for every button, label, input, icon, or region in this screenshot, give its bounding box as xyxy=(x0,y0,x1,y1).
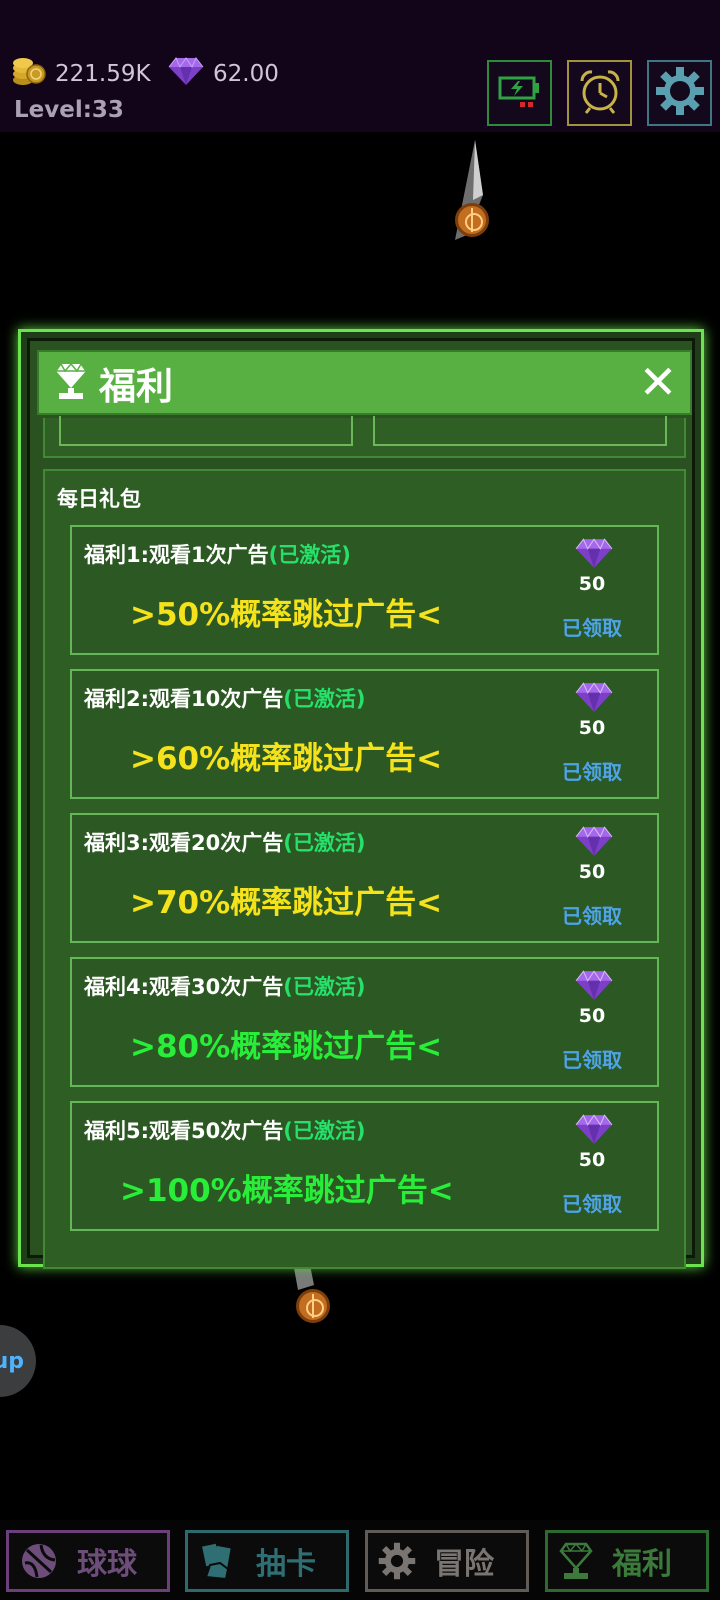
coin-counter: 221.59K xyxy=(12,56,151,92)
bottom-nav: 球球 抽卡 冒险 福利 xyxy=(0,1520,720,1600)
nav-ball-label: 球球 xyxy=(77,1547,137,1582)
trophy-diamond-icon xyxy=(558,1541,594,1581)
nav-tab-ball[interactable]: 球球 xyxy=(6,1530,170,1592)
purple-diamond-icon xyxy=(168,56,204,92)
claim-button[interactable]: 已领取 xyxy=(547,1188,637,1217)
upgrade-button[interactable]: up xyxy=(0,1325,36,1397)
gem-counter: 62.00 xyxy=(168,56,279,92)
dialog-body: 福利 ✕ 每日礼包 福利1:观看1次广告(已激活) >50%概率跳过广告< 50 已领… xyxy=(27,338,695,1269)
nav-tab-adventure[interactable]: 冒险 xyxy=(365,1530,529,1592)
target-marker xyxy=(455,203,489,237)
purple-diamond-icon xyxy=(575,1113,613,1149)
welfare-card: 福利1:观看1次广告(已激活) >50%概率跳过广告< 50 已领取 xyxy=(70,525,659,655)
gear-icon xyxy=(378,1542,416,1580)
reward-amount: 50 xyxy=(578,717,606,739)
claim-button[interactable]: 已领取 xyxy=(547,756,637,785)
card-title-text: 福利4:观看30次广告 xyxy=(84,975,284,999)
upgrade-label: up xyxy=(0,1348,24,1374)
card-description: >80%概率跳过广告< xyxy=(130,1029,443,1065)
top-hud: 221.59K 62.00 Level:33 xyxy=(0,0,720,132)
card-title-text: 福利1:观看1次广告 xyxy=(84,543,269,567)
welfare-card: 福利2:观看10次广告(已激活) >60%概率跳过广告< 50 已领取 xyxy=(70,669,659,799)
card-status: (已激活) xyxy=(283,1119,366,1143)
reward-amount: 50 xyxy=(578,1149,606,1171)
card-title: 福利4:观看30次广告(已激活) xyxy=(84,971,365,1001)
remnant-slot xyxy=(373,416,667,446)
coin-value: 221.59K xyxy=(55,61,151,87)
nav-welfare-label: 福利 xyxy=(612,1547,672,1582)
welfare-card: 福利4:观看30次广告(已激活) >80%概率跳过广告< 50 已领取 xyxy=(70,957,659,1087)
energy-button[interactable] xyxy=(487,60,552,126)
card-title: 福利2:观看10次广告(已激活) xyxy=(84,683,365,713)
level-label: Level:33 xyxy=(14,97,124,123)
section-title: 每日礼包 xyxy=(57,487,141,511)
card-title-text: 福利2:观看10次广告 xyxy=(84,687,284,711)
card-status: (已激活) xyxy=(283,831,366,855)
card-title: 福利1:观看1次广告(已激活) xyxy=(84,539,351,569)
reward-amount: 50 xyxy=(578,573,606,595)
ball-icon xyxy=(19,1541,59,1581)
scrolled-section-remnant xyxy=(43,416,686,458)
reward-amount: 50 xyxy=(578,861,606,883)
dialog-header: 福利 ✕ xyxy=(37,350,692,415)
knife-sprite xyxy=(437,140,487,254)
welfare-card: 福利5:观看50次广告(已激活) >100%概率跳过广告< 50 已领取 xyxy=(70,1101,659,1231)
card-description: >100%概率跳过广告< xyxy=(120,1173,454,1209)
purple-diamond-icon xyxy=(575,825,613,861)
claim-button[interactable]: 已领取 xyxy=(547,900,637,929)
card-description: >60%概率跳过广告< xyxy=(130,741,443,777)
card-title-text: 福利3:观看20次广告 xyxy=(84,831,284,855)
welfare-card: 福利3:观看20次广告(已激活) >70%概率跳过广告< 50 已领取 xyxy=(70,813,659,943)
battery-icon xyxy=(498,71,542,115)
alarm-clock-button[interactable] xyxy=(567,60,632,126)
welfare-dialog: 福利 ✕ 每日礼包 福利1:观看1次广告(已激活) >50%概率跳过广告< 50 已领… xyxy=(18,329,704,1269)
purple-diamond-icon xyxy=(575,537,613,573)
settings-button[interactable] xyxy=(647,60,712,126)
claim-button[interactable]: 已领取 xyxy=(547,1044,637,1073)
nav-card-label: 抽卡 xyxy=(256,1547,316,1582)
card-title: 福利5:观看50次广告(已激活) xyxy=(84,1115,365,1145)
cards-icon xyxy=(198,1541,238,1581)
reward-amount: 50 xyxy=(578,1005,606,1027)
nav-tab-draw-card[interactable]: 抽卡 xyxy=(185,1530,349,1592)
gear-icon xyxy=(655,66,705,120)
card-status: (已激活) xyxy=(283,687,366,711)
target-marker xyxy=(296,1289,330,1323)
claim-button[interactable]: 已领取 xyxy=(547,612,637,641)
alarm-clock-icon xyxy=(576,67,624,119)
card-status: (已激活) xyxy=(283,975,366,999)
card-description: >50%概率跳过广告< xyxy=(130,597,443,633)
gem-value: 62.00 xyxy=(213,61,279,87)
purple-diamond-icon xyxy=(575,969,613,1005)
daily-gift-section: 每日礼包 福利1:观看1次广告(已激活) >50%概率跳过广告< 50 已领取 福利2:… xyxy=(43,469,686,1269)
close-icon[interactable]: ✕ xyxy=(638,359,678,405)
nav-adventure-label: 冒险 xyxy=(434,1547,494,1582)
card-title-text: 福利5:观看50次广告 xyxy=(84,1119,284,1143)
card-description: >70%概率跳过广告< xyxy=(130,885,443,921)
dialog-title: 福利 xyxy=(99,364,173,408)
card-title: 福利3:观看20次广告(已激活) xyxy=(84,827,365,857)
card-status: (已激活) xyxy=(268,543,351,567)
purple-diamond-icon xyxy=(575,681,613,717)
remnant-slot xyxy=(59,416,353,446)
coin-stack-icon xyxy=(12,56,46,92)
nav-tab-welfare[interactable]: 福利 xyxy=(545,1530,709,1592)
trophy-diamond-icon xyxy=(53,361,89,405)
